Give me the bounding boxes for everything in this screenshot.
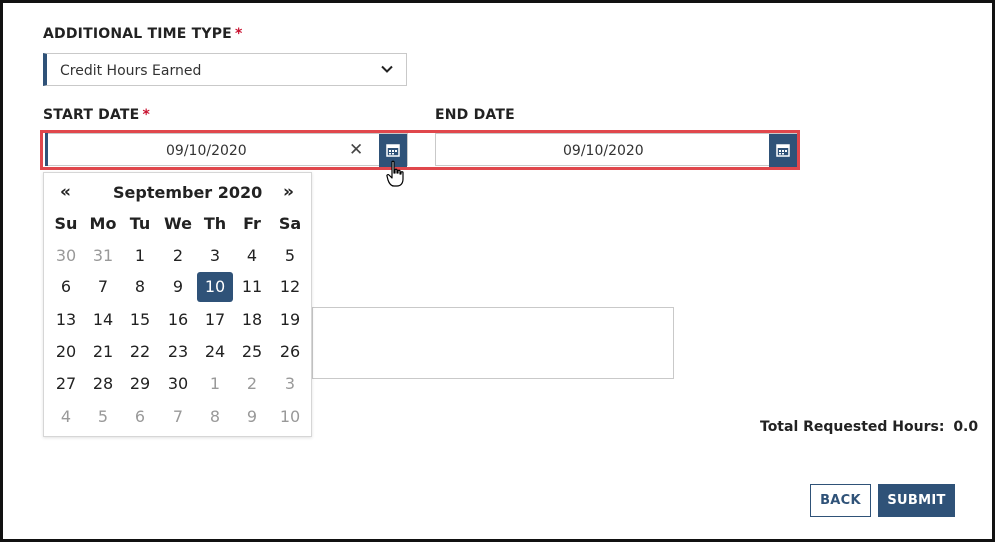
prev-month-button[interactable]: « — [60, 182, 71, 202]
calendar-day[interactable]: 3 — [197, 241, 233, 271]
next-month-button[interactable]: » — [283, 182, 294, 202]
calendar-day[interactable]: 18 — [234, 305, 270, 335]
calendar-day[interactable]: 28 — [85, 369, 121, 399]
calendar-day[interactable]: 6 — [48, 272, 84, 302]
calendar-day[interactable]: 7 — [160, 402, 196, 432]
date-row-highlight — [40, 130, 800, 170]
time-type-value: Credit Hours Earned — [60, 63, 202, 79]
calendar-day[interactable]: 17 — [197, 305, 233, 335]
weekday-label: Mo — [89, 214, 117, 233]
calendar-day[interactable]: 26 — [272, 337, 308, 367]
total-hours-label: Total Requested Hours: — [760, 419, 945, 435]
calendar-day[interactable]: 25 — [234, 337, 270, 367]
time-type-select[interactable]: Credit Hours Earned — [43, 53, 407, 86]
calendar-day[interactable]: 10 — [272, 402, 308, 432]
calendar-day[interactable]: 27 — [48, 369, 84, 399]
calendar-day[interactable]: 31 — [85, 241, 121, 271]
calendar-month-title[interactable]: September 2020 — [113, 183, 262, 202]
weekday-label: Fr — [243, 214, 261, 233]
required-mark: * — [142, 107, 150, 123]
weekday-label: Th — [203, 214, 227, 233]
calendar-day[interactable]: 5 — [85, 402, 121, 432]
calendar-day[interactable]: 15 — [122, 305, 158, 335]
calendar-day[interactable]: 1 — [122, 241, 158, 271]
calendar-day[interactable]: 14 — [85, 305, 121, 335]
calendar-day[interactable]: 22 — [122, 337, 158, 367]
required-mark: * — [234, 26, 243, 42]
calendar-day[interactable]: 13 — [48, 305, 84, 335]
back-button[interactable]: BACK — [810, 484, 871, 517]
calendar-day[interactable]: 19 — [272, 305, 308, 335]
end-date-label: END DATE — [435, 107, 515, 123]
calendar-day[interactable]: 16 — [160, 305, 196, 335]
calendar-day[interactable]: 9 — [234, 402, 270, 432]
chevron-down-icon — [381, 65, 393, 73]
calendar-day[interactable]: 23 — [160, 337, 196, 367]
calendar-day[interactable]: 11 — [234, 272, 270, 302]
calendar-day[interactable]: 9 — [160, 272, 196, 302]
submit-button[interactable]: SUBMIT — [878, 484, 955, 517]
calendar-day[interactable]: 2 — [234, 369, 270, 399]
calendar-day[interactable]: 30 — [160, 369, 196, 399]
calendar-day[interactable]: 8 — [122, 272, 158, 302]
calendar-day[interactable]: 29 — [122, 369, 158, 399]
comments-textarea[interactable] — [312, 307, 674, 379]
calendar-day[interactable]: 7 — [85, 272, 121, 302]
calendar-day[interactable]: 6 — [122, 402, 158, 432]
calendar-day[interactable]: 1 — [197, 369, 233, 399]
weekday-label: Su — [54, 214, 78, 233]
calendar-day[interactable]: 2 — [160, 241, 196, 271]
start-date-label: START DATE * — [43, 107, 150, 123]
calendar-day[interactable]: 4 — [234, 241, 270, 271]
calendar-day[interactable]: 3 — [272, 369, 308, 399]
calendar-day[interactable]: 24 — [197, 337, 233, 367]
calendar-day[interactable]: 5 — [272, 241, 308, 271]
calendar-day[interactable]: 12 — [272, 272, 308, 302]
calendar-day[interactable]: 4 — [48, 402, 84, 432]
weekday-label: Sa — [278, 214, 302, 233]
total-hours: Total Requested Hours: 0.0 — [760, 419, 978, 435]
calendar-day[interactable]: 10 — [197, 272, 233, 302]
time-type-label: ADDITIONAL TIME TYPE * — [43, 26, 243, 42]
weekday-label: Tu — [129, 214, 151, 233]
total-hours-value: 0.0 — [953, 419, 979, 435]
weekday-label: We — [164, 214, 192, 233]
calendar-day[interactable]: 8 — [197, 402, 233, 432]
calendar-day[interactable]: 20 — [48, 337, 84, 367]
calendar-day[interactable]: 30 — [48, 241, 84, 271]
calendar-day[interactable]: 21 — [85, 337, 121, 367]
hand-pointer-icon — [386, 160, 404, 187]
